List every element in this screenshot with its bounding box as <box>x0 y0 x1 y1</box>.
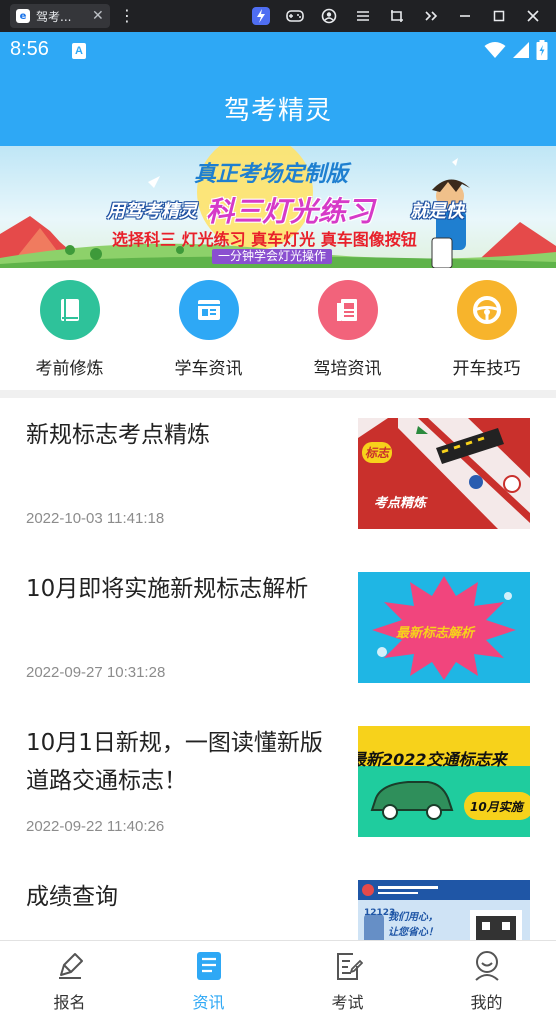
lightning-icon[interactable] <box>244 0 278 32</box>
steering-wheel-icon <box>456 280 517 340</box>
emulator-toolbar <box>244 0 550 32</box>
emulator-tab[interactable]: e 驾考... ✕ <box>10 4 110 28</box>
exam-icon <box>331 949 365 983</box>
emulator-tab-title: 驾考... <box>36 9 72 24</box>
menu-label: 学车资讯 <box>174 359 243 379</box>
section-divider <box>0 390 556 398</box>
status-icons <box>484 40 548 60</box>
news-title: 10月即将实施新规标志解析 <box>26 576 309 602</box>
nav-item-exam[interactable]: 考试 <box>278 941 417 1018</box>
promo-banner[interactable]: 真正考场定制版 用驾考精灵 科三灯光练习 就是快 选择科三 灯光练习 真车灯光 … <box>0 146 556 268</box>
news-item[interactable]: 成绩查询 12123 我们用心，让您省心！ <box>0 860 556 940</box>
thumb-caption: 最新标志解析 <box>396 626 475 641</box>
profile-icon <box>470 949 504 983</box>
crop-icon[interactable] <box>380 0 414 32</box>
news-title: 新规标志考点精炼 <box>26 422 210 448</box>
banner-line3: 选择科三 灯光练习 真车灯光 真车图像按钮 <box>112 230 417 249</box>
gamepad-icon[interactable] <box>278 0 312 32</box>
account-icon[interactable] <box>312 0 346 32</box>
news-item[interactable]: 10月1日新规，一图读懂新版道路交通标志！ 2022-09-22 11:40:2… <box>0 706 556 860</box>
minimize-icon[interactable] <box>448 0 482 32</box>
wifi-icon <box>484 42 506 58</box>
nav-label: 考试 <box>331 993 364 1012</box>
news-item[interactable]: 10月即将实施新规标志解析 2022-09-27 10:31:28 最新标志解析 <box>0 552 556 706</box>
thumb-tag: 标志 <box>362 442 393 463</box>
status-time: 8:56 <box>10 38 49 60</box>
menu-item-study[interactable]: 考前修炼 <box>0 280 139 379</box>
news-date: 2022-09-22 11:40:26 <box>26 818 165 835</box>
news-title: 10月1日新规，一图读懂新版道路交通标志！ <box>26 730 323 794</box>
banner-headline: 真正考场定制版 <box>194 162 349 187</box>
maximize-icon[interactable] <box>482 0 516 32</box>
news-title: 成绩查询 <box>26 884 118 910</box>
thumb-caption: 我们用心，让您省心！ <box>388 912 438 938</box>
double-chevron-icon[interactable] <box>414 0 448 32</box>
notification-icon: A <box>72 43 86 59</box>
banner-line2-prefix: 用驾考精灵 <box>107 201 197 222</box>
nav-label: 资讯 <box>192 993 225 1012</box>
banner-line2-suffix: 就是快 <box>410 201 464 222</box>
thumb-tag: 10月实施 <box>470 800 523 814</box>
book-icon <box>39 280 100 340</box>
news-date: 2022-09-27 10:31:28 <box>26 664 166 681</box>
menu-label: 开车技巧 <box>452 359 521 379</box>
status-bar: 8:56 A <box>0 32 556 70</box>
nav-label: 报名 <box>53 993 86 1012</box>
menu-item-learning-news[interactable]: 学车资讯 <box>139 280 278 379</box>
pen-icon <box>53 949 87 983</box>
newsletter-icon <box>178 280 239 340</box>
nav-item-profile[interactable]: 我的 <box>417 941 556 1018</box>
tab-close-icon[interactable]: ✕ <box>92 8 104 24</box>
news-date: 2022-10-03 11:41:18 <box>26 510 165 527</box>
nav-item-register[interactable]: 报名 <box>0 941 139 1018</box>
document-icon <box>192 949 226 983</box>
menu-label: 驾培资讯 <box>313 359 382 379</box>
thumb-caption: 最新2022交通标志来 <box>358 750 507 769</box>
news-thumbnail: 标志 考点精炼 <box>358 418 530 529</box>
menu-item-driving-tips[interactable]: 开车技巧 <box>417 280 556 379</box>
feature-menu: 考前修炼 学车资讯 驾培资讯 开车技巧 <box>0 268 556 390</box>
emulator-title-bar: e 驾考... ✕ ⋮ <box>0 0 556 32</box>
battery-icon <box>536 40 548 60</box>
app-favicon-icon: e <box>16 9 30 23</box>
news-thumbnail: 12123 我们用心，让您省心！ <box>358 880 530 940</box>
app-header: 驾考精灵 <box>0 70 556 146</box>
banner-line2-highlight: 科三灯光练习 <box>206 195 375 228</box>
news-item[interactable]: 新规标志考点精炼 2022-10-03 11:41:18 标志 考点精炼 <box>0 398 556 552</box>
menu-item-training-news[interactable]: 驾培资讯 <box>278 280 417 379</box>
menu-label: 考前修炼 <box>35 359 104 379</box>
signal-icon <box>513 42 529 58</box>
window-close-icon[interactable] <box>516 0 550 32</box>
news-thumbnail: 最新2022交通标志来 10月实施 <box>358 726 530 837</box>
thumb-caption: 考点精炼 <box>374 496 427 511</box>
news-list: 新规标志考点精炼 2022-10-03 11:41:18 标志 考点精炼 10月… <box>0 398 556 940</box>
bottom-nav: 报名 资讯 考试 我的 <box>0 940 556 1018</box>
emulator-menu-icon[interactable]: ⋮ <box>119 6 135 26</box>
news-thumbnail: 最新标志解析 <box>358 572 530 683</box>
nav-label: 我的 <box>470 993 503 1012</box>
banner-line4: 一分钟学会灯光操作 <box>212 249 333 264</box>
menu-icon[interactable] <box>346 0 380 32</box>
app-title: 驾考精灵 <box>223 95 332 126</box>
nav-item-news[interactable]: 资讯 <box>139 941 278 1018</box>
newspaper-icon <box>317 280 378 340</box>
